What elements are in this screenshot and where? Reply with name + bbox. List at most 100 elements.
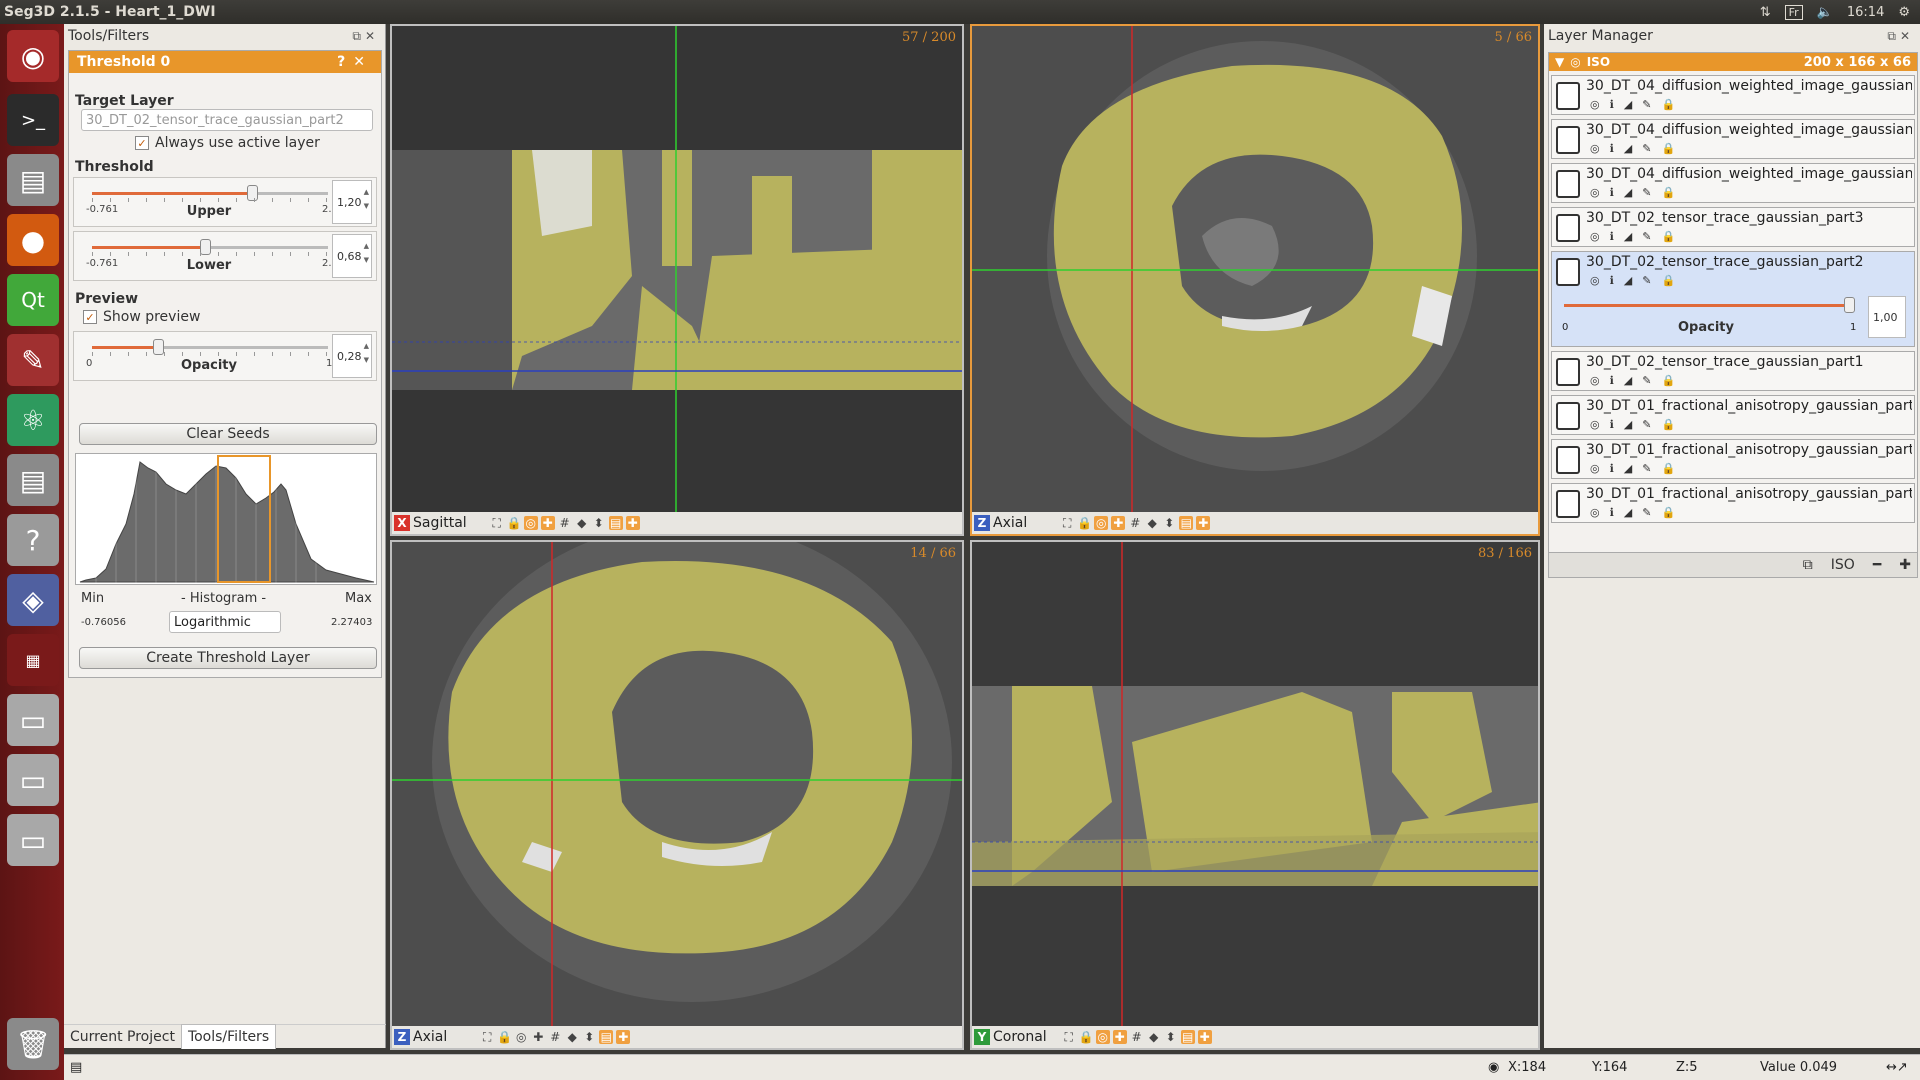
always-active-checkbox[interactable]: ✓ Always use active layer (135, 135, 320, 151)
layer-controls-icons[interactable]: ◎ℹ◢✎🔒 (1590, 186, 1685, 199)
file-manager-icon[interactable]: ▤ (7, 154, 59, 206)
slice-visibility-icon[interactable]: ◎ (1094, 516, 1109, 530)
layer-opacity-spinbox[interactable]: 1,00 (1868, 296, 1906, 338)
target-layer-select[interactable]: 30_DT_02_tensor_trace_gaussian_part2 (81, 109, 373, 131)
atom-icon[interactable]: ⚛ (7, 394, 59, 446)
spin-arrows-icon[interactable]: ▲ ▼ (364, 339, 369, 367)
picking-icon[interactable]: ✚ (1111, 516, 1126, 530)
layer-opacity-slider[interactable]: 0 Opacity 1 1,00 (1556, 294, 1908, 342)
flip-vertical-icon[interactable]: ⬍ (592, 516, 606, 530)
axial-bottom-view-name[interactable]: Axial (413, 1029, 447, 1045)
layer-item[interactable]: 30_DT_02_tensor_trace_gaussian_part1 ◎ℹ◢✎… (1551, 351, 1915, 391)
axial-bottom-slice-image[interactable] (392, 542, 962, 1030)
clear-seeds-button[interactable]: Clear Seeds (79, 423, 377, 445)
sagittal-view-name[interactable]: Sagittal (413, 515, 467, 531)
help-icon[interactable]: ? (7, 514, 59, 566)
add-icon[interactable]: ✚ (1196, 516, 1211, 530)
coronal-slice-image[interactable] (972, 542, 1538, 1030)
sagittal-slice-image[interactable] (392, 26, 962, 516)
tab-current-project[interactable]: Current Project (64, 1025, 181, 1049)
histogram[interactable] (75, 453, 377, 585)
lock-icon[interactable]: 🔒 (1077, 516, 1092, 530)
drive-1-icon[interactable]: ▭ (7, 694, 59, 746)
collapse-triangle-icon[interactable]: ▼ (1555, 55, 1564, 69)
axial-top-view-name[interactable]: Axial (993, 515, 1027, 531)
flip-horizontal-icon[interactable]: ◆ (1147, 1030, 1161, 1044)
picking-icon[interactable]: ✚ (531, 1030, 545, 1044)
upper-value-spinbox[interactable]: 1,20 ▲ ▼ (332, 180, 372, 224)
flip-vertical-icon[interactable]: ⬍ (1162, 516, 1176, 530)
world-coords-icon[interactable]: ◉ (1488, 1060, 1508, 1075)
layer-item[interactable]: 30_DT_02_tensor_trace_gaussian_part3 ◎ℹ◢✎… (1551, 207, 1915, 247)
layer-controls-icons[interactable]: ◎ℹ◢✎🔒 (1590, 98, 1685, 111)
spin-arrows-icon[interactable]: ▲ ▼ (364, 185, 369, 213)
group-footer-label[interactable]: ISO (1831, 557, 1855, 573)
add-icon[interactable]: ✚ (1197, 1030, 1212, 1044)
layer-opacity-handle[interactable] (1844, 297, 1855, 313)
grid-icon[interactable]: # (558, 516, 572, 530)
show-preview-checkbox[interactable]: ✓ Show preview (83, 309, 200, 325)
flip-horizontal-icon[interactable]: ◆ (1145, 516, 1159, 530)
group-visibility-icon[interactable]: ◎ (1570, 55, 1580, 69)
layer-controls-icons[interactable]: ◎ℹ◢✎🔒 (1590, 462, 1685, 475)
file-manager-2-icon[interactable]: ▤ (7, 454, 59, 506)
add-layer-icon[interactable]: ✚ (1899, 557, 1911, 573)
lock-icon[interactable]: 🔒 (507, 516, 522, 530)
layer-item[interactable]: 30_DT_01_fractional_anisotropy_gaussian_… (1551, 483, 1915, 523)
layer-controls-icons[interactable]: ◎ℹ◢✎🔒 (1590, 142, 1685, 155)
flip-horizontal-icon[interactable]: ◆ (565, 1030, 579, 1044)
slice-visibility-icon[interactable]: ◎ (1095, 1030, 1110, 1044)
flip-vertical-icon[interactable]: ⬍ (1164, 1030, 1178, 1044)
viewer-axial-bottom[interactable]: 14 / 66 Z Axial ⛶ 🔒 ◎ ✚ # ◆ ⬍ ▤ ✚ (390, 540, 964, 1050)
preview-opacity-slider[interactable]: 0 Opacity 1 0,28 ▲ ▼ (73, 331, 377, 381)
layer-controls-icons[interactable]: ◎ℹ◢✎🔒 (1590, 274, 1685, 287)
lower-threshold-slider[interactable]: -0.761 Lower 2.27 0,68▲▼ (73, 231, 377, 281)
axial-top-slice-image[interactable] (972, 26, 1538, 516)
grid-icon[interactable]: # (1128, 516, 1142, 530)
log-icon[interactable]: ▤ (70, 1060, 82, 1075)
keyboard-layout-indicator[interactable]: Fr (1784, 4, 1803, 20)
drive-2-icon[interactable]: ▭ (7, 754, 59, 806)
overlay-icon[interactable]: ▤ (608, 516, 623, 530)
viewer-sagittal[interactable]: 57 / 200 X Sagittal ⛶ 🔒 ◎ ✚ # ◆ ⬍ ▤ ✚ (390, 24, 964, 536)
remove-layer-icon[interactable]: ━ (1873, 557, 1881, 573)
overlay-icon[interactable]: ▤ (599, 1030, 614, 1044)
picking-icon[interactable]: ✚ (540, 516, 555, 530)
add-icon[interactable]: ✚ (616, 1030, 631, 1044)
overlay-icon[interactable]: ▤ (1179, 516, 1194, 530)
coronal-view-name[interactable]: Coronal (993, 1029, 1047, 1045)
settings-tools-icon[interactable]: ✎ (7, 334, 59, 386)
drive-3-icon[interactable]: ▭ (7, 814, 59, 866)
layer-controls-icons[interactable]: ◎ℹ◢✎🔒 (1590, 506, 1685, 519)
opacity-value-spinbox[interactable]: 0,28 ▲ ▼ (332, 334, 372, 378)
status-extra-icons[interactable]: ↔↗ (1886, 1060, 1920, 1075)
layer-controls-icons[interactable]: ◎ℹ◢✎🔒 (1590, 230, 1685, 243)
lock-icon[interactable]: 🔒 (497, 1030, 512, 1044)
help-icon[interactable]: ? (337, 54, 353, 70)
histogram-scale-select[interactable]: Logarithmic (169, 611, 281, 633)
network-icon[interactable]: ⇅ (1760, 5, 1771, 20)
qt-creator-icon[interactable]: Qt (7, 274, 59, 326)
workspace-switcher-icon[interactable]: ▦ (7, 634, 59, 686)
close-icon[interactable]: ✕ (353, 54, 373, 70)
ubuntu-dash-icon[interactable]: ◉ (7, 30, 59, 82)
flip-horizontal-icon[interactable]: ◆ (575, 516, 589, 530)
trash-icon[interactable]: 🗑 (7, 1018, 59, 1070)
lock-icon[interactable]: 🔒 (1079, 1030, 1094, 1044)
panel-float-close-icons[interactable]: ⧉✕ (1887, 29, 1914, 44)
system-gear-icon[interactable]: ⚙ (1898, 5, 1910, 20)
slice-visibility-icon[interactable]: ◎ (514, 1030, 528, 1044)
duplicate-layer-icon[interactable]: ⧉ (1803, 557, 1813, 573)
layer-item-selected[interactable]: 30_DT_02_tensor_trace_gaussian_part2 ◎ℹ◢… (1551, 251, 1915, 347)
layer-controls-icons[interactable]: ◎ℹ◢✎🔒 (1590, 418, 1685, 431)
clock[interactable]: 16:14 (1847, 5, 1884, 20)
spin-arrows-icon[interactable]: ▲ ▼ (364, 239, 369, 267)
viewer-axial-top[interactable]: 5 / 66 Z Axial ⛶ 🔒 ◎ ✚ # ◆ ⬍ ▤ ✚ (970, 24, 1540, 536)
volume-icon[interactable]: 🔈 (1817, 5, 1833, 20)
terminal-icon[interactable]: >_ (7, 94, 59, 146)
panel-float-close-icons[interactable]: ⧉✕ (352, 29, 379, 44)
auto-view-icon[interactable]: ⛶ (490, 516, 504, 531)
layer-item[interactable]: 30_DT_04_diffusion_weighted_image_gaussi… (1551, 119, 1915, 159)
add-icon[interactable]: ✚ (625, 516, 640, 530)
slice-visibility-icon[interactable]: ◎ (523, 516, 538, 530)
